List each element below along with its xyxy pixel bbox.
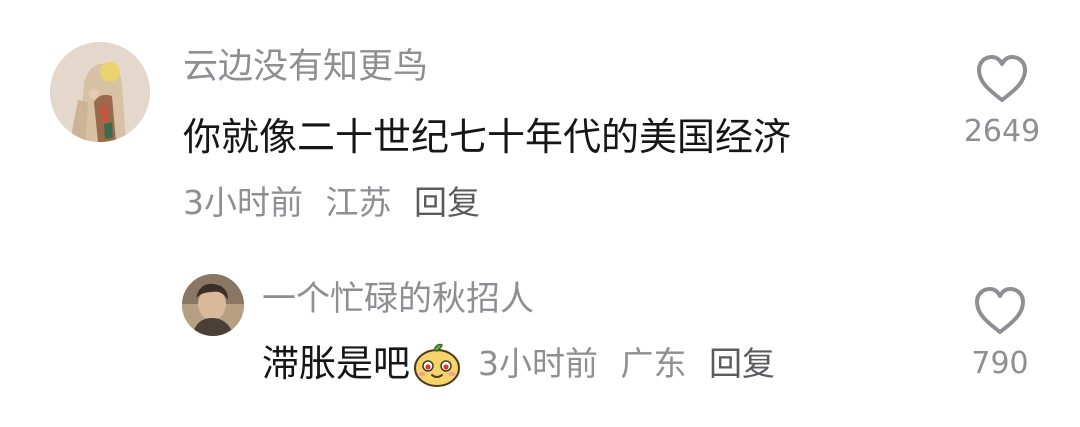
reply-username[interactable]: 一个忙碌的秋招人	[262, 277, 534, 321]
comment-location: 江苏	[325, 183, 392, 222]
comment-thread: 云边没有知更鸟 你就像二十世纪七十年代的美国经济 3小时前 江苏 回复 2649…	[0, 0, 1080, 427]
reply-time: 3小时前	[478, 344, 598, 383]
avatar[interactable]	[50, 42, 150, 142]
reply-text: 滞胀是吧	[262, 342, 410, 385]
reply-body: 滞胀是吧 3小时前 广东 回复	[262, 336, 775, 392]
like-button[interactable]: 2649	[962, 54, 1042, 150]
reply-avatar[interactable]	[182, 274, 244, 336]
comment-meta: 3小时前 江苏 回复	[183, 180, 480, 226]
reply-reply-button[interactable]: 回复	[709, 344, 775, 383]
heart-outline-icon	[975, 287, 1025, 334]
reply-like-count: 790	[971, 346, 1029, 381]
comment-text: 你就像二十世纪七十年代的美国经济	[183, 115, 792, 159]
avatar-image	[182, 274, 244, 336]
reply-meta: 3小时前 广东 回复	[478, 341, 775, 387]
reply-like-button[interactable]: 790	[960, 286, 1040, 382]
reply-location: 广东	[620, 344, 687, 383]
smug-face-emoji-icon	[414, 343, 460, 387]
heart-outline-icon	[977, 55, 1027, 102]
comment-username[interactable]: 云边没有知更鸟	[183, 44, 428, 90]
comment-time: 3小时前	[183, 183, 303, 222]
reply-button[interactable]: 回复	[414, 183, 480, 222]
like-count: 2649	[963, 114, 1041, 149]
avatar-image	[50, 42, 150, 142]
